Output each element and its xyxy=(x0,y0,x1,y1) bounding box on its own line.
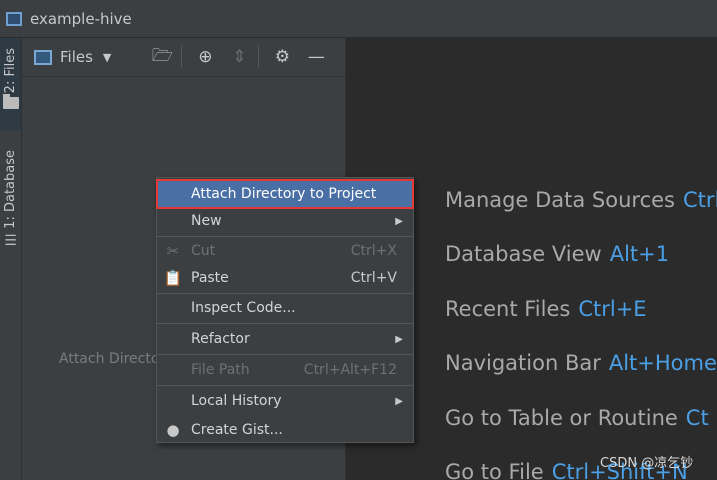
menu-item-cut[interactable]: ✂ Cut Ctrl+X xyxy=(157,237,413,265)
menu-item-label: Refactor xyxy=(191,331,250,347)
menu-item-label: Cut xyxy=(191,243,216,259)
menu-item-shortcut: Ctrl+X xyxy=(350,243,397,259)
gear-icon[interactable]: ⚙ xyxy=(271,47,293,67)
shortcut-keys: Alt+Home xyxy=(608,351,717,375)
shortcut-keys: Ct xyxy=(685,406,709,430)
chevron-down-icon[interactable]: ▼ xyxy=(103,51,111,64)
tab-database-label: 1: Database xyxy=(3,150,18,229)
context-menu: Attach Directory to Project New ▶ ✂ Cut … xyxy=(156,177,414,443)
menu-item-local-history[interactable]: Local History ▶ xyxy=(157,387,413,415)
shortcut-row: Go to Table or Routine Ct xyxy=(445,406,709,430)
submenu-arrow-icon: ▶ xyxy=(395,395,403,407)
menu-item-attach-directory[interactable]: Attach Directory to Project xyxy=(156,179,414,209)
menu-item-inspect-code[interactable]: Inspect Code... xyxy=(157,294,413,322)
submenu-arrow-icon: ▶ xyxy=(395,333,403,345)
tab-database[interactable]: 1: Database ☰ xyxy=(0,150,21,290)
scissors-icon: ✂ xyxy=(166,242,180,260)
shortcut-action: Go to File xyxy=(445,460,544,480)
clipboard-icon: 📋 xyxy=(163,269,183,287)
github-icon: ● xyxy=(166,421,180,439)
menu-item-shortcut: Ctrl+V xyxy=(350,270,397,286)
menu-item-label: File Path xyxy=(191,362,250,378)
menu-separator xyxy=(157,354,413,355)
shortcut-row: Navigation Bar Alt+Home xyxy=(445,351,717,375)
left-tool-strip: 2: Files 1: Database ☰ xyxy=(0,38,22,480)
shortcut-action: Recent Files xyxy=(445,297,571,321)
shortcut-keys: Ctrl+E xyxy=(578,297,647,321)
app-icon xyxy=(6,11,22,26)
window-title: example-hive xyxy=(30,9,132,28)
menu-item-label: Paste xyxy=(191,270,229,286)
folder-icon xyxy=(2,94,19,110)
files-view-selector[interactable]: Files xyxy=(60,48,93,66)
toolbar-divider xyxy=(258,46,260,68)
toolbar-divider xyxy=(181,46,183,68)
shortcut-keys: Alt+1 xyxy=(609,242,670,266)
locate-icon[interactable]: ⊕ xyxy=(194,47,216,67)
collapse-all-icon[interactable]: ⇕ xyxy=(228,47,250,67)
database-icon: ☰ xyxy=(4,232,17,249)
shortcut-row: Database View Alt+1 xyxy=(445,242,669,266)
menu-item-label: Create Gist... xyxy=(191,422,283,438)
menu-item-label: Inspect Code... xyxy=(191,300,296,316)
tab-files-label: 2: Files xyxy=(3,48,18,94)
title-bar: example-hive xyxy=(0,0,717,38)
menu-separator xyxy=(157,323,413,324)
menu-item-label: Attach Directory to Project xyxy=(191,186,377,202)
watermark: CSDN @凉乞钞 xyxy=(600,456,694,471)
open-folder-icon[interactable]: 🗁 xyxy=(151,43,173,72)
menu-separator xyxy=(157,385,413,386)
shortcut-action: Navigation Bar xyxy=(445,351,601,375)
menu-item-refactor[interactable]: Refactor ▶ xyxy=(157,325,413,353)
menu-item-create-gist[interactable]: ● Create Gist... xyxy=(157,416,413,444)
menu-item-paste[interactable]: 📋 Paste Ctrl+V xyxy=(157,264,413,292)
minimize-icon[interactable]: — xyxy=(305,47,327,67)
shortcut-action: Database View xyxy=(445,242,602,266)
shortcut-action: Manage Data Sources xyxy=(445,188,675,212)
tab-files[interactable]: 2: Files xyxy=(0,38,21,130)
files-panel-toolbar: Files ▼ 🗁 ⊕ ⇕ ⚙ — xyxy=(22,38,345,77)
files-view-icon xyxy=(34,49,52,65)
menu-item-file-path[interactable]: File Path Ctrl+Alt+F12 xyxy=(157,356,413,384)
submenu-arrow-icon: ▶ xyxy=(395,215,403,227)
menu-item-label: Local History xyxy=(191,393,282,409)
menu-item-new[interactable]: New ▶ xyxy=(157,207,413,235)
menu-item-label: New xyxy=(191,213,222,229)
shortcut-row: Manage Data Sources Ctrl xyxy=(445,188,717,212)
shortcut-action: Go to Table or Routine xyxy=(445,406,678,430)
attach-directory-hint[interactable]: Attach Directo xyxy=(59,351,159,367)
menu-item-shortcut: Ctrl+Alt+F12 xyxy=(303,362,397,378)
shortcut-keys: Ctrl xyxy=(682,188,717,212)
shortcut-row: Recent Files Ctrl+E xyxy=(445,297,647,321)
